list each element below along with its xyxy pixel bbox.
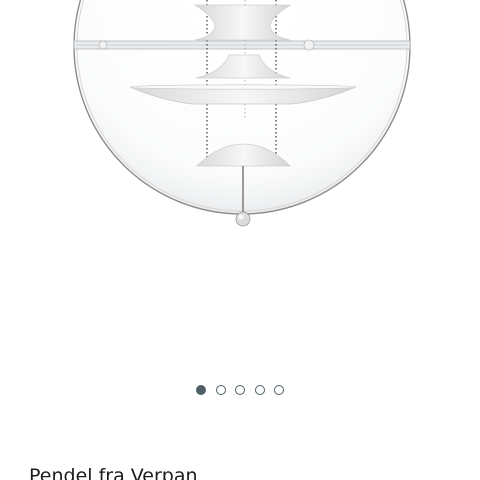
- gallery-pager: [0, 382, 480, 398]
- lamp-photo: [73, 0, 411, 227]
- finial: [235, 211, 251, 227]
- listing-title: Pendel fra Verpan: [29, 465, 198, 480]
- pager-dot[interactable]: [215, 385, 226, 395]
- image-gallery[interactable]: [0, 0, 480, 370]
- pager-dot-active[interactable]: [196, 385, 206, 395]
- pager-dot[interactable]: [274, 385, 284, 395]
- pager-dot[interactable]: [254, 385, 265, 395]
- listing-page: Pendel fra Verpan: [0, 0, 480, 480]
- pager-dot[interactable]: [235, 385, 245, 395]
